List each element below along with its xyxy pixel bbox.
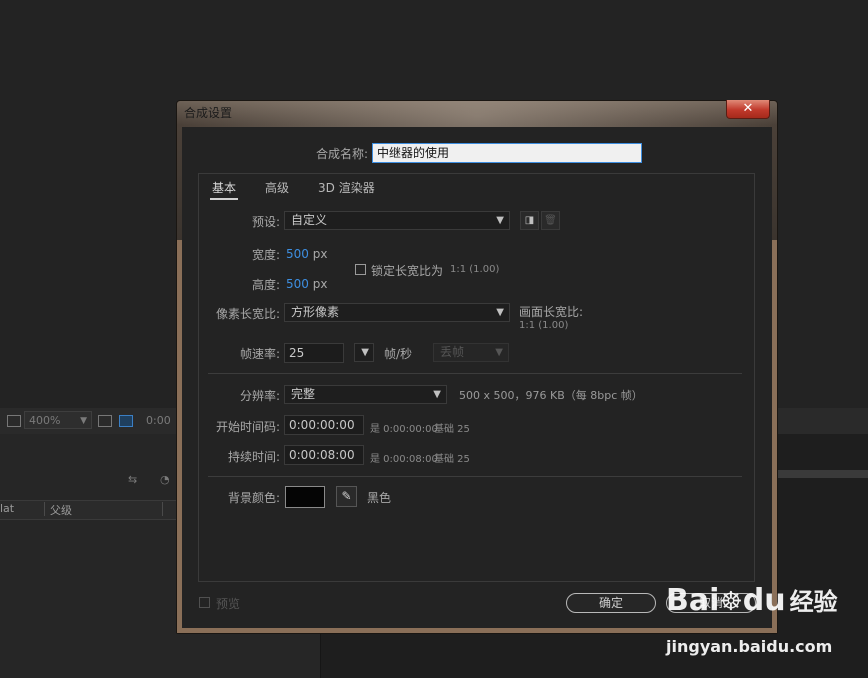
zoom-dropdown[interactable]: 400% ▼ (24, 411, 92, 429)
height-field[interactable]: 500 px (286, 277, 327, 291)
bg-color-label: 背景颜色: (227, 491, 280, 505)
chevron-down-icon: ▼ (496, 307, 504, 318)
graph-icon[interactable]: ◔ (160, 473, 170, 486)
frame-aspect-label: 画面长宽比: (519, 305, 584, 319)
start-timecode-label: 开始时间码: (215, 420, 280, 434)
preset-label: 预设: (251, 215, 280, 229)
tab-advanced[interactable]: 高级 (265, 179, 289, 196)
eyedropper-icon: ✎ (341, 489, 352, 503)
bg-color-swatch[interactable] (285, 486, 325, 508)
tab-basic[interactable]: 基本 (212, 179, 236, 196)
divider (208, 373, 742, 374)
chevron-down-icon: ▼ (495, 347, 503, 358)
preview-checkbox[interactable] (199, 597, 210, 608)
pixel-aspect-value: 方形像素 (291, 305, 340, 319)
tab-3d-renderer[interactable]: 3D 渲染器 (318, 179, 375, 196)
column-divider (162, 502, 163, 516)
duration-input[interactable]: 0:00:08:00 (284, 445, 364, 465)
duration-info: 是 0:00:08:00 (370, 454, 438, 465)
start-timecode-info: 是 0:00:00:00 (370, 424, 438, 435)
save-preset-button[interactable]: ◨ (520, 211, 539, 230)
time-ruler[interactable] (776, 470, 868, 478)
width-unit: px (312, 247, 328, 261)
drop-frame-dropdown[interactable]: 丢帧 ▼ (433, 343, 509, 362)
drop-frame-value: 丢帧 (440, 345, 465, 359)
lock-aspect-value: 1:1 (1.00) (450, 264, 500, 275)
baidu-watermark: Bai☸du 经验 (666, 582, 838, 618)
duration-label: 持续时间: (227, 450, 280, 464)
active-tab-indicator (210, 198, 238, 200)
preset-dropdown[interactable]: 自定义 ▼ (284, 211, 510, 230)
frame-aspect-value: 1:1 (1.00) (519, 320, 569, 331)
zoom-value: 400% (29, 414, 61, 427)
dialog-title: 合成设置 (184, 106, 233, 120)
chevron-down-icon: ▼ (361, 347, 369, 358)
watermark-brand-2: du (742, 583, 786, 618)
height-label: 高度: (251, 278, 280, 292)
height-unit: px (312, 277, 328, 291)
comp-name-input[interactable]: 中继器的使用 (372, 143, 642, 163)
preset-value: 自定义 (291, 213, 328, 227)
resolution-dropdown[interactable]: 完整 ▼ (284, 385, 447, 404)
region-icon[interactable] (119, 415, 133, 427)
paw-icon: ☸ (719, 587, 743, 617)
settings-tab-panel (198, 173, 755, 582)
column-header-parent: 父级 (50, 504, 72, 517)
watermark-brand: Bai (666, 583, 720, 618)
duration-base: 基础 25 (434, 454, 470, 465)
width-value[interactable]: 500 (286, 247, 309, 261)
resolution-info: 500 x 500，976 KB（每 8bpc 帧） (459, 389, 643, 402)
delete-preset-button[interactable]: 🗑 (541, 211, 560, 230)
dialog-border-bottom (177, 628, 777, 633)
frame-rate-label: 帧速率: (239, 347, 280, 361)
frame-rate-unit: 帧/秒 (384, 347, 413, 361)
grid-icon[interactable] (98, 415, 112, 427)
eyedropper-button[interactable]: ✎ (336, 486, 357, 507)
height-value[interactable]: 500 (286, 277, 309, 291)
comp-name-label: 合成名称: (315, 147, 368, 161)
lock-aspect-checkbox[interactable] (355, 264, 366, 275)
start-timecode-input[interactable]: 0:00:00:00 (284, 415, 364, 435)
width-field[interactable]: 500 px (286, 247, 327, 261)
pixel-aspect-label: 像素长宽比: (215, 307, 280, 321)
chevron-down-icon: ▼ (433, 389, 441, 400)
monitor-icon[interactable] (7, 415, 21, 427)
column-header-lat: lat (0, 502, 15, 515)
width-label: 宽度: (251, 248, 280, 262)
resolution-label: 分辨率: (239, 389, 280, 403)
layer-switch-icon[interactable]: ⇆ (128, 473, 137, 486)
pixel-aspect-dropdown[interactable]: 方形像素 ▼ (284, 303, 510, 322)
frame-rate-dropdown[interactable]: ▼ (354, 343, 374, 362)
ok-button[interactable]: 确定 (566, 593, 656, 613)
column-divider (44, 502, 45, 516)
preview-label: 预览 (216, 597, 241, 611)
resolution-value: 完整 (291, 387, 316, 401)
save-icon: ◨ (524, 215, 535, 226)
close-button[interactable]: ✕ (726, 100, 770, 119)
frame-rate-input[interactable]: 25 (284, 343, 344, 363)
lock-aspect-label: 锁定长宽比为 (371, 264, 444, 278)
chevron-down-icon: ▼ (496, 215, 504, 226)
viewer-timecode: 0:00 (146, 414, 171, 427)
divider (208, 476, 742, 477)
watermark-brand-cn: 经验 (789, 588, 838, 616)
dialog-border-right (772, 240, 777, 632)
trash-icon: 🗑 (544, 215, 557, 226)
watermark-url: jingyan.baidu.com (666, 637, 833, 656)
start-timecode-base: 基础 25 (434, 424, 470, 435)
bg-color-name: 黑色 (367, 491, 392, 505)
